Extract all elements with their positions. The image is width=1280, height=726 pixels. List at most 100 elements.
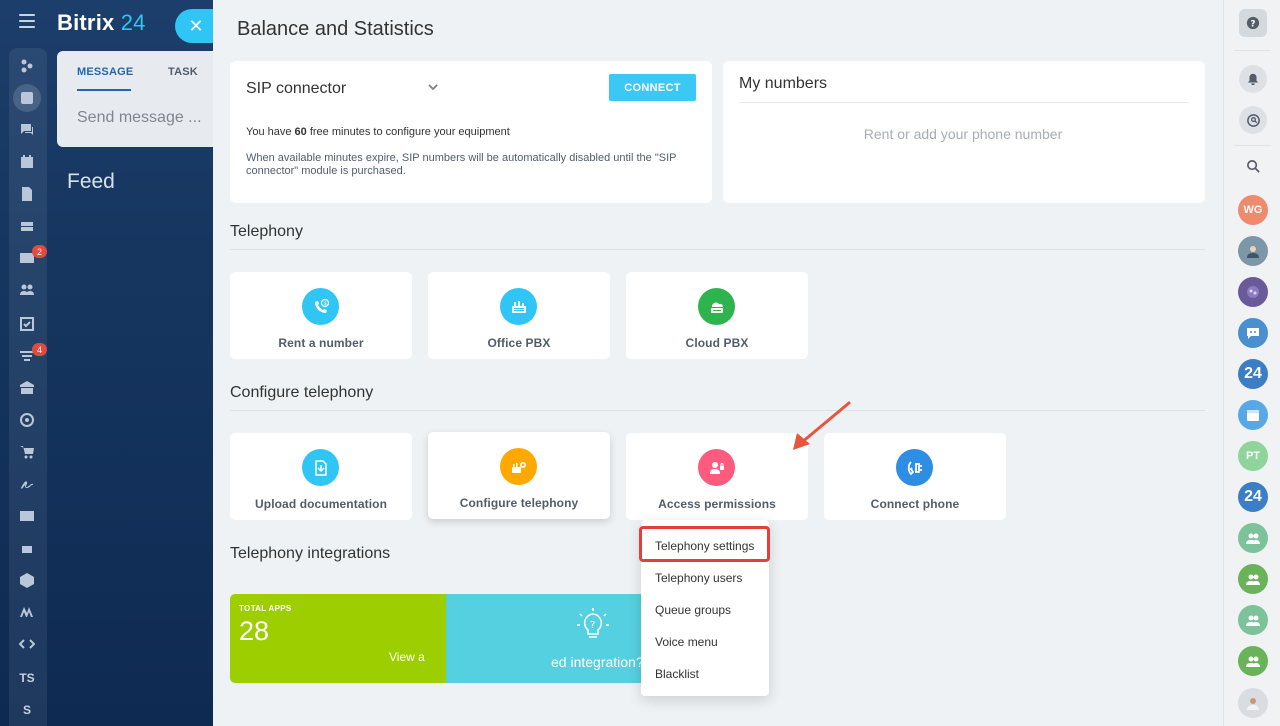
right-bar: ? WG 24 PT 24 [1223,0,1280,726]
box-icon[interactable] [13,566,41,594]
tile-cloud-pbx[interactable]: Cloud PBX [626,272,808,359]
my-numbers-empty: Rent or add your phone number [863,126,1063,142]
divider [739,102,1189,103]
avatar[interactable]: PT [1238,441,1268,471]
annotation-arrow [793,401,851,450]
bitrix24-chat-icon[interactable]: 24 [1238,482,1268,512]
groups-icon[interactable] [13,276,41,304]
tile-office-pbx[interactable]: Office PBX [428,272,610,359]
section-title-telephony: Telephony [230,223,303,240]
tile-rent-number[interactable]: $ Rent a number [230,272,412,359]
tasks-badge: 4 [32,343,47,356]
menu-item-queue-groups[interactable]: Queue groups [655,603,731,617]
marketing-icon[interactable] [13,598,41,626]
activity-icon[interactable] [13,52,41,80]
divider [230,410,1205,411]
tab-underline [77,89,131,91]
avatar[interactable] [1238,688,1268,718]
left-sidebar: Bitrix 24 2 4 TS S MESSAGE TASK Send mes… [0,0,213,726]
group-chat-icon[interactable] [1238,318,1268,348]
page-title: Balance and Statistics [237,18,434,40]
view-apps-link[interactable]: View a [389,650,425,664]
tile-upload-documentation[interactable]: Upload documentation [230,433,412,520]
message-composer: MESSAGE TASK Send message ... [57,51,213,147]
robot-icon[interactable] [13,534,41,562]
configure-telephony-menu: Telephony settings Telephony users Queue… [639,520,770,696]
chevron-down-icon[interactable] [427,81,439,93]
cloud-pbx-icon [698,288,735,325]
my-numbers-card: My numbers Rent or add your phone number [723,61,1205,203]
target-icon[interactable] [13,406,41,434]
tile-label: Upload documentation [255,497,387,511]
tile-label: Access permissions [658,497,776,511]
tab-message[interactable]: MESSAGE [77,66,133,78]
total-apps-label: TOTAL APPS [239,604,292,613]
lightbulb-icon: ? [577,608,609,638]
avatar[interactable] [1238,236,1268,266]
phone-dollar-icon: $ [302,288,339,325]
search-icon[interactable] [1239,152,1267,180]
section-title-integrations: Telephony integrations [230,545,391,562]
pbx-icon [500,288,537,325]
signature-icon[interactable] [13,470,41,498]
menu-item-blacklist[interactable]: Blacklist [655,667,699,681]
svg-text:$: $ [323,301,326,307]
tile-configure-telephony[interactable]: Configure telephony [428,432,610,519]
company-icon[interactable] [13,374,41,402]
svg-text:?: ? [1250,20,1255,30]
mail-badge: 2 [32,245,47,258]
send-message-input[interactable]: Send message ... [77,109,202,127]
drive-icon[interactable] [13,212,41,240]
sip-connector-card: SIP connector CONNECT You have 60 free m… [230,61,712,203]
svg-text:?: ? [590,620,595,631]
bitrix24-chat-icon[interactable]: 24 [1238,359,1268,389]
close-icon: ✕ [188,15,204,36]
tasks-icon[interactable] [13,310,41,338]
tile-label: Configure telephony [459,496,579,510]
menu-burger-icon[interactable] [19,14,35,28]
group-icon[interactable] [1238,564,1268,594]
avatar[interactable]: WG [1238,195,1268,225]
sip-title: SIP connector [246,80,347,97]
close-slider-button[interactable]: ✕ [175,9,213,43]
calendar-icon[interactable] [13,148,41,176]
calendar-chat-icon[interactable] [1238,400,1268,430]
app-logo[interactable]: Bitrix 24 [57,10,146,36]
document-icon[interactable] [13,180,41,208]
chat-search-icon[interactable] [1239,106,1267,134]
divider [230,249,1205,250]
feed-title: Feed [67,170,115,193]
upload-document-icon [302,449,339,486]
feed-icon[interactable] [13,84,41,112]
help-icon[interactable]: ? [1239,9,1267,37]
divider [1234,50,1271,51]
sip-free-minutes: You have 60 free minutes to configure yo… [246,126,510,138]
menu-item-voice-menu[interactable]: Voice menu [655,635,718,649]
section-title-configure: Configure telephony [230,384,374,401]
tile-label: Cloud PBX [685,336,749,350]
highlight-box [639,526,770,562]
sidebar-item-ts[interactable]: TS [13,664,41,692]
notifications-icon[interactable] [1239,65,1267,93]
sidebar-item-s[interactable]: S [13,696,41,724]
code-icon[interactable] [13,630,41,658]
tab-task[interactable]: TASK [168,66,198,78]
contact-card-icon[interactable] [13,502,41,530]
phone-plug-icon [896,449,933,486]
menu-item-telephony-users[interactable]: Telephony users [655,571,742,585]
tile-label: Connect phone [870,497,960,511]
balance-panel: Balance and Statistics SIP connector CON… [213,0,1223,726]
need-integration-text: ed integration? [551,654,644,670]
divider [1234,145,1271,146]
tile-access-permissions[interactable]: Access permissions [626,433,808,520]
cart-icon[interactable] [13,438,41,466]
avatar[interactable] [1238,277,1268,307]
group-icon[interactable] [1238,646,1268,676]
group-icon[interactable] [1238,605,1268,635]
group-icon[interactable] [1238,523,1268,553]
my-numbers-title: My numbers [739,75,828,92]
chat-icon[interactable] [13,116,41,144]
tile-label: Rent a number [278,336,364,350]
connect-button[interactable]: CONNECT [609,74,696,101]
total-apps-card[interactable]: TOTAL APPS 28 View a [230,594,446,683]
